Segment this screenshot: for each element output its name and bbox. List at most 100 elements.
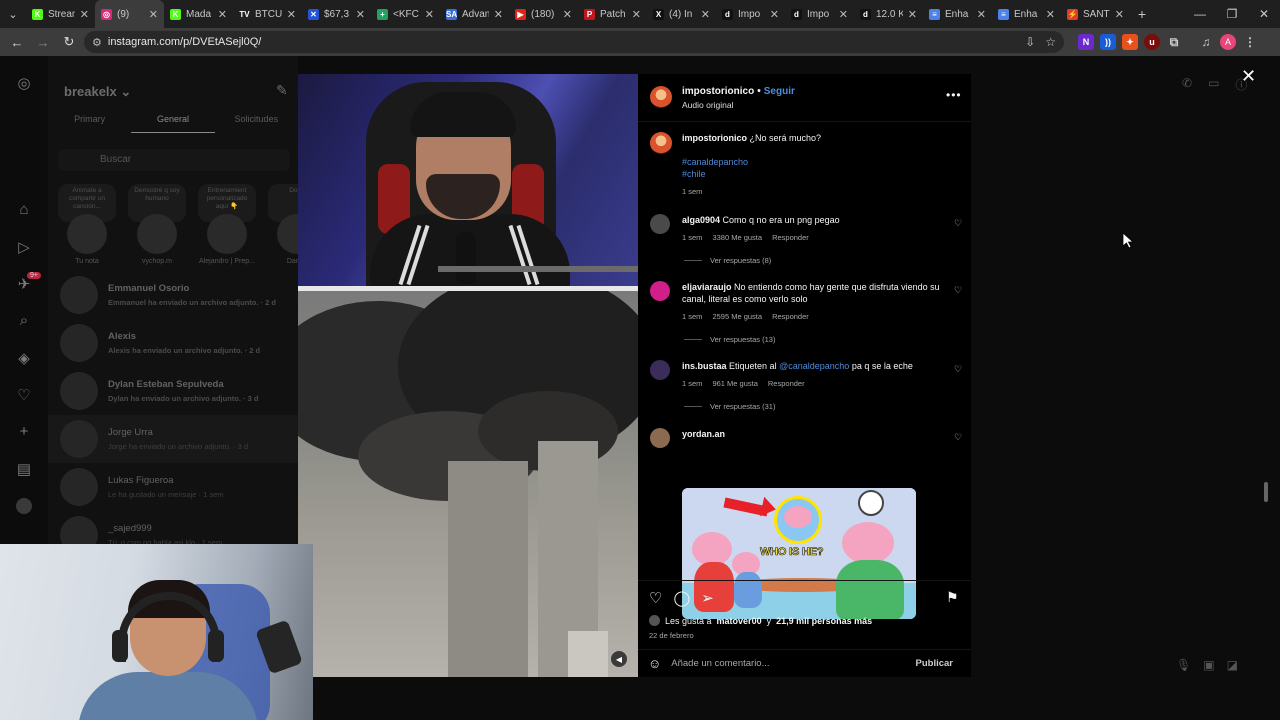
view-replies[interactable]: Ver respuestas (13) — [684, 335, 775, 344]
reels-icon[interactable]: ▷ — [0, 228, 48, 265]
commenter-username[interactable]: eljaviaraujo — [682, 282, 732, 292]
browser-tab[interactable]: X (4) In ✕ — [647, 0, 716, 28]
tab-close-icon[interactable]: ✕ — [839, 8, 848, 21]
tab-close-icon[interactable]: ✕ — [563, 8, 572, 21]
new-tab-button[interactable]: + — [1130, 6, 1154, 22]
mention-link[interactable]: @canaldepancho — [779, 361, 849, 371]
home-icon[interactable]: ⌂ — [0, 191, 48, 228]
tab-close-icon[interactable]: ✕ — [425, 8, 434, 21]
call-icon[interactable]: ✆ — [1182, 76, 1192, 93]
note-item[interactable]: Animate a compartir un canción... Tu nota — [58, 184, 116, 265]
commenter-username[interactable]: yordan.an — [682, 429, 725, 439]
site-info-icon[interactable]: ⚙ — [92, 36, 102, 49]
browser-tab[interactable]: K Stream ✕ — [26, 0, 95, 28]
explore-icon[interactable]: ◈ — [0, 339, 48, 376]
browser-tab[interactable]: P Patch ✕ — [578, 0, 647, 28]
comment-bubble-icon[interactable]: ◯ — [673, 589, 690, 607]
browser-tab[interactable]: ◎ (9) ✕ — [95, 0, 164, 28]
comment-input[interactable]: Añade un comentario... — [671, 658, 905, 669]
audio-link[interactable]: Audio original — [682, 100, 734, 110]
note-item[interactable]: Entrenamient personalizado aquí 👇 Alejand… — [198, 184, 256, 265]
profile-avatar[interactable]: A — [1220, 34, 1236, 50]
sticker-icon[interactable]: ◪ — [1227, 658, 1238, 672]
caption-avatar[interactable] — [650, 132, 672, 154]
reply-button[interactable]: Responder — [768, 378, 805, 390]
browser-tab[interactable]: SA Advan ✕ — [440, 0, 509, 28]
tab-close-icon[interactable]: ✕ — [494, 8, 503, 21]
browser-tab[interactable]: ✕ $67,3 ✕ — [302, 0, 371, 28]
browser-tab[interactable]: d Impo ✕ — [716, 0, 785, 28]
media-controls-icon[interactable]: ♫ — [1198, 34, 1214, 50]
likes-count[interactable]: 21,9 mil personas más — [776, 616, 872, 626]
maximize-button[interactable]: ❐ — [1216, 7, 1248, 21]
commenter-avatar[interactable] — [650, 428, 670, 448]
tab-close-icon[interactable]: ✕ — [80, 8, 89, 21]
note-item[interactable]: Demostré q soy humano vychop.m — [128, 184, 186, 265]
conversation-row[interactable]: Lukas Figueroa Le ha gustado un mensaje ·… — [48, 463, 298, 511]
tab-close-icon[interactable]: ✕ — [1046, 8, 1055, 21]
browser-tab[interactable]: ≡ Enha ✕ — [992, 0, 1061, 28]
voice-icon[interactable]: 🎙 — [1176, 658, 1191, 672]
author-username[interactable]: impostorionico — [682, 86, 754, 97]
commenter-username[interactable]: ins.bustaa — [682, 361, 727, 371]
commenter-avatar[interactable] — [650, 281, 670, 301]
tab-close-icon[interactable]: ✕ — [770, 8, 779, 21]
extensions-puzzle-icon[interactable]: ⧉ — [1166, 34, 1182, 50]
save-bookmark-icon[interactable]: ⚑ — [946, 589, 959, 606]
mute-toggle-icon[interactable]: ◀ — [611, 651, 627, 667]
tab-close-icon[interactable]: ✕ — [632, 8, 641, 21]
hashtag-link[interactable]: #chile — [682, 168, 944, 180]
address-bar[interactable]: ⚙ instagram.com/p/DVEtASejl0Q/ ⇩ ☆ — [84, 31, 1064, 53]
close-window-button[interactable]: ✕ — [1248, 7, 1280, 21]
bookmark-star-icon[interactable]: ☆ — [1045, 35, 1056, 49]
reply-button[interactable]: Responder — [772, 232, 809, 244]
browser-tab[interactable]: d Impo ✕ — [785, 0, 854, 28]
conversation-row[interactable]: Dylan Esteban Sepulveda Dylan ha enviado … — [48, 367, 298, 415]
comment-like-icon[interactable]: ♡ — [954, 218, 962, 229]
commenter-username[interactable]: alga0904 — [682, 215, 720, 225]
commenter-avatar[interactable] — [650, 214, 670, 234]
page-scrollbar[interactable] — [1262, 56, 1280, 720]
tab-requests[interactable]: Solicitudes — [215, 114, 298, 133]
extension-icon-1[interactable]: N — [1078, 34, 1094, 50]
scrollbar-thumb[interactable] — [1264, 482, 1268, 502]
browser-menu-icon[interactable]: ⋮ — [1242, 34, 1258, 50]
minimize-button[interactable]: — — [1184, 7, 1216, 21]
tab-close-icon[interactable]: ✕ — [149, 8, 158, 21]
tab-close-icon[interactable]: ✕ — [218, 8, 227, 21]
browser-tab[interactable]: ▶ (180) ✕ — [509, 0, 578, 28]
commenter-avatar[interactable] — [650, 360, 670, 380]
like-heart-icon[interactable]: ♡ — [649, 589, 662, 607]
messages-icon[interactable]: ✈ 9+ — [0, 265, 48, 302]
browser-tab[interactable]: ⚡ SANT ✕ — [1061, 0, 1130, 28]
liker-username[interactable]: matover00 — [717, 616, 762, 626]
browser-tab[interactable]: d 12.0 K ✕ — [854, 0, 923, 28]
conversation-row[interactable]: Alexis Alexis ha enviado un archivo adjun… — [48, 319, 298, 367]
tab-close-icon[interactable]: ✕ — [908, 8, 917, 21]
tab-search-button[interactable]: ⌄ — [0, 0, 26, 28]
dashboard-icon[interactable]: ▤ — [0, 450, 48, 487]
tab-close-icon[interactable]: ✕ — [1115, 8, 1124, 21]
share-send-icon[interactable]: ➢ — [701, 589, 714, 607]
emoji-icon[interactable]: ☺ — [648, 656, 661, 671]
install-app-icon[interactable]: ⇩ — [1025, 35, 1035, 49]
likes-summary[interactable]: Les gusta a matover00 y 21,9 mil persona… — [649, 615, 872, 626]
comment-likes[interactable]: 2595 Me gusta — [712, 311, 762, 323]
tab-close-icon[interactable]: ✕ — [356, 8, 365, 21]
tab-general[interactable]: General — [131, 114, 215, 133]
comment-likes[interactable]: 3380 Me gusta — [712, 232, 762, 244]
image-icon[interactable]: ▣ — [1203, 658, 1214, 672]
profile-nav-avatar[interactable] — [0, 487, 48, 524]
comment-likes[interactable]: 961 Me gusta — [712, 378, 757, 390]
publish-button[interactable]: Publicar — [916, 658, 954, 669]
conversation-row[interactable]: Jorge Urra Jorge ha enviado un archivo ad… — [48, 415, 298, 463]
follow-button[interactable]: Seguir — [764, 86, 795, 97]
extension-icon-2[interactable]: )) — [1100, 34, 1116, 50]
back-button[interactable]: ← — [6, 31, 28, 53]
ublock-icon[interactable]: u — [1144, 34, 1160, 50]
view-replies[interactable]: Ver respuestas (8) — [684, 256, 771, 265]
conversation-row[interactable]: Emmanuel Osorio Emmanuel ha enviado un ar… — [48, 271, 298, 319]
tab-close-icon[interactable]: ✕ — [287, 8, 296, 21]
comment-like-icon[interactable]: ♡ — [954, 364, 962, 375]
tab-primary[interactable]: Primary — [48, 114, 131, 133]
